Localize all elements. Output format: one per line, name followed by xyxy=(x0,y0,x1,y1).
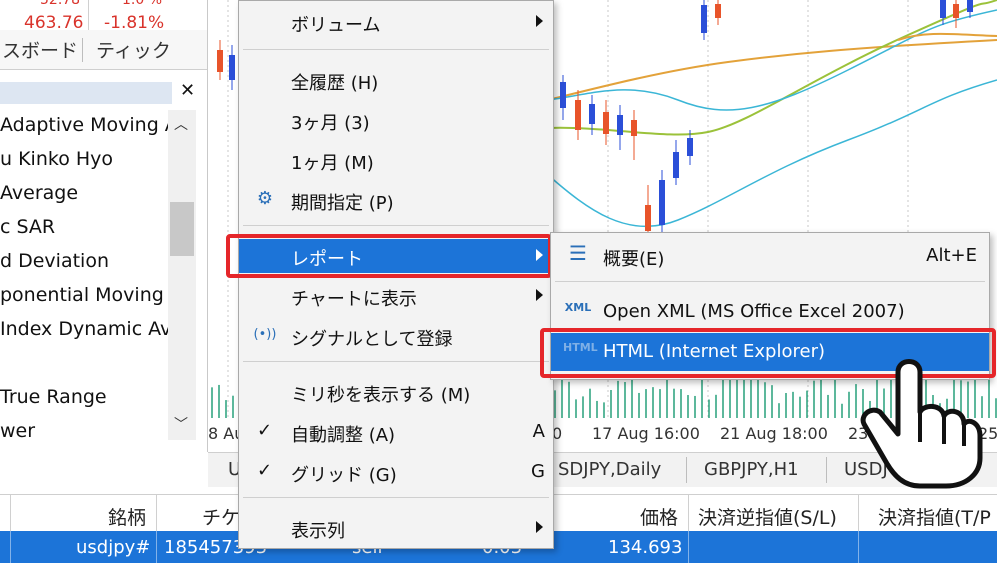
chart-tab[interactable]: GBPJPY,H1 xyxy=(704,459,799,480)
menu-item-show-ms[interactable]: ミリ秒を表示する (M) xyxy=(239,375,553,409)
summary-icon: ☰ xyxy=(569,241,587,265)
column-header-price[interactable]: 価格 xyxy=(640,503,678,530)
cell-price: 134.693 xyxy=(608,537,683,558)
column-header-sl[interactable]: 決済逆指値(S/L) xyxy=(698,503,837,530)
submenu-arrow-icon xyxy=(536,289,543,301)
menu-item-history-1m[interactable]: 1ヶ月 (M) xyxy=(239,143,553,177)
menu-item-auto-arrange[interactable]: ✓ 自動調整 (A) A xyxy=(239,415,553,449)
highlight-frame-report xyxy=(226,234,552,278)
tab-tick[interactable]: ティック xyxy=(96,36,171,63)
menu-item-label: ボリューム xyxy=(291,15,381,36)
submenu-arrow-icon xyxy=(536,15,543,27)
menu-item-volume[interactable]: ボリューム xyxy=(239,5,553,39)
checkmark-icon: ✓ xyxy=(257,460,273,481)
navigator-panel: 52.78 1.0 % 463.76 -1.81% スボード ティック ✕ Ad… xyxy=(0,0,208,452)
menu-item-history-all[interactable]: 全履歴 (H) xyxy=(239,63,553,97)
navigator-header: ✕ xyxy=(0,78,207,108)
tab-dashboard[interactable]: スボード xyxy=(2,36,78,63)
menu-item-label: 期間指定 (P) xyxy=(291,193,394,214)
menu-item-show-on-chart[interactable]: チャートに表示 xyxy=(239,279,553,313)
quote-partial-change: 1.0 % xyxy=(122,0,163,8)
list-item[interactable]: True Range xyxy=(0,386,107,408)
list-item[interactable]: ponential Moving xyxy=(0,284,164,306)
menu-item-shortcut: G xyxy=(531,461,545,482)
list-item[interactable]: u Kinko Hyo xyxy=(0,148,113,170)
quote-row: 52.78 1.0 % xyxy=(0,0,207,14)
menu-item-label: 自動調整 (A) xyxy=(291,425,396,446)
scrollbar-thumb[interactable] xyxy=(170,202,194,256)
menu-item-label: 表示列 xyxy=(291,521,345,542)
list-item[interactable]: Index Dynamic Av xyxy=(0,318,168,340)
quote-partial: 52.78 xyxy=(40,0,81,8)
indicator-scrollbar[interactable]: ︿ ﹀ xyxy=(168,110,196,440)
menu-item-label: 3ヶ月 (3) xyxy=(291,113,370,134)
close-icon[interactable]: ✕ xyxy=(180,80,195,101)
chart-tab[interactable]: SDJPY,Daily xyxy=(558,459,661,480)
menu-item-label: 1ヶ月 (M) xyxy=(291,153,374,174)
date-label: 21 Aug 18:00 xyxy=(720,424,828,443)
submenu-item-shortcut: Alt+E xyxy=(926,245,977,266)
menu-item-custom-period[interactable]: ⚙ 期間指定 (P) xyxy=(239,183,553,217)
checkmark-icon: ✓ xyxy=(257,420,273,441)
signal-icon: (•)) xyxy=(253,327,277,342)
menu-item-label: チャートに表示 xyxy=(291,289,417,310)
navigator-tabs: スボード ティック xyxy=(0,30,207,70)
chevron-down-icon[interactable]: ﹀ xyxy=(174,414,188,434)
menu-item-columns[interactable]: 表示列 xyxy=(239,511,553,545)
list-item[interactable]: d Deviation xyxy=(0,250,109,272)
submenu-item-label: Open XML (MS Office Excel 2007) xyxy=(603,301,905,322)
menu-item-register-signal[interactable]: (•)) シグナルとして登録 xyxy=(239,319,553,353)
menu-item-label: シグナルとして登録 xyxy=(291,329,453,350)
gear-icon: ⚙ xyxy=(256,188,274,209)
menu-item-grid[interactable]: ✓ グリッド (G) G xyxy=(239,455,553,489)
column-header-symbol[interactable]: 銘柄 xyxy=(108,503,146,530)
cell-symbol: usdjpy# xyxy=(76,537,151,558)
column-header-tp[interactable]: 決済指値(T/P xyxy=(878,503,991,530)
menu-item-label: グリッド (G) xyxy=(291,465,397,486)
submenu-item-summary[interactable]: ☰ 概要(E) Alt+E xyxy=(551,237,989,275)
menu-item-history-3m[interactable]: 3ヶ月 (3) xyxy=(239,103,553,137)
list-item[interactable]: c SAR xyxy=(0,216,55,238)
list-item[interactable]: Adaptive Moving A xyxy=(0,114,168,136)
submenu-item-label: 概要(E) xyxy=(603,249,665,270)
chevron-up-icon[interactable]: ︿ xyxy=(174,114,188,134)
menu-item-label: ミリ秒を表示する (M) xyxy=(291,385,471,406)
date-label: 17 Aug 16:00 xyxy=(592,424,700,443)
submenu-arrow-icon xyxy=(536,521,543,533)
list-item[interactable]: wer xyxy=(0,420,35,442)
menu-item-shortcut: A xyxy=(532,421,545,442)
hand-pointer-icon xyxy=(860,359,983,489)
indicator-list: Adaptive Moving A u Kinko Hyo Average c … xyxy=(0,110,168,442)
submenu-item-open-xml[interactable]: XML Open XML (MS Office Excel 2007) xyxy=(551,293,989,331)
column-header-ticket[interactable]: チケ xyxy=(202,503,240,530)
menu-item-label: 全履歴 (H) xyxy=(291,73,379,94)
list-item[interactable]: Average xyxy=(0,182,78,204)
xml-icon: XML xyxy=(564,301,592,314)
